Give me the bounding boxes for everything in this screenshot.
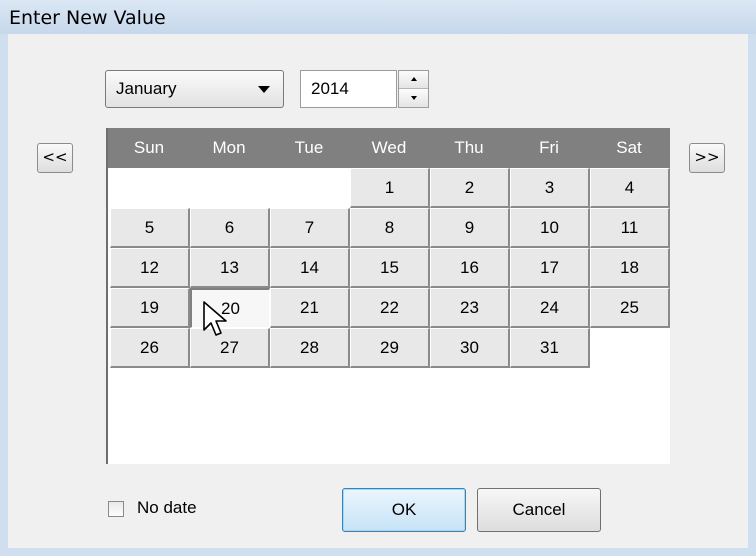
calendar-day-names: Sun Mon Tue Wed Thu Fri Sat [108,128,670,168]
no-date-label[interactable]: No date [137,498,197,518]
day-name-sun: Sun [133,138,165,157]
calendar-day-15[interactable]: 15 [350,248,430,288]
calendar-day-30[interactable]: 30 [430,328,510,368]
calendar-day-17[interactable]: 17 [510,248,590,288]
title-bar: Enter New Value [0,0,756,34]
calendar-day-5[interactable]: 5 [110,208,190,248]
calendar-day-10[interactable]: 10 [510,208,590,248]
calendar-day-16[interactable]: 16 [430,248,510,288]
calendar-day-18[interactable]: 18 [590,248,670,288]
next-month-button[interactable]: >> [689,143,725,173]
calendar-day-22[interactable]: 22 [350,288,430,328]
calendar-day-23[interactable]: 23 [430,288,510,328]
day-name-sat: Sat [616,138,642,157]
calendar-day-4[interactable]: 4 [590,168,670,208]
month-select[interactable]: January [105,70,284,108]
calendar-day-26[interactable]: 26 [110,328,190,368]
no-date-checkbox[interactable] [108,501,124,517]
window-title: Enter New Value [9,7,166,29]
calendar-day-8[interactable]: 8 [350,208,430,248]
calendar-day-19[interactable]: 19 [110,288,190,328]
calendar-day-14[interactable]: 14 [270,248,350,288]
mouse-cursor-icon [203,301,227,336]
day-name-wed: Wed [371,138,407,157]
dropdown-arrow-icon [258,86,270,93]
day-name-fri: Fri [539,138,559,157]
calendar-day-29[interactable]: 29 [350,328,430,368]
year-spinner[interactable] [398,70,429,108]
calendar-day-9[interactable]: 9 [430,208,510,248]
calendar-day-3[interactable]: 3 [510,168,590,208]
calendar-day-2[interactable]: 2 [430,168,510,208]
ok-button[interactable]: OK [342,488,466,532]
day-name-mon: Mon [212,138,246,157]
calendar-day-12[interactable]: 12 [110,248,190,288]
year-input[interactable]: 2014 [300,70,397,108]
spin-up-icon [411,77,417,81]
day-name-tue: Tue [294,138,324,157]
spin-down-icon [411,96,417,100]
month-select-value: January [116,79,177,98]
calendar-day-31[interactable]: 31 [510,328,590,368]
calendar-day-1[interactable]: 1 [350,168,430,208]
prev-month-button[interactable]: << [37,143,73,173]
calendar-day-6[interactable]: 6 [190,208,270,248]
calendar-day-25[interactable]: 25 [590,288,670,328]
calendar-day-21[interactable]: 21 [270,288,350,328]
year-spin-up-button[interactable] [399,71,428,89]
calendar-day-13[interactable]: 13 [190,248,270,288]
day-name-thu: Thu [454,138,484,157]
calendar-day-11[interactable]: 11 [590,208,670,248]
calendar-day-24[interactable]: 24 [510,288,590,328]
year-spin-down-button[interactable] [399,89,428,107]
calendar-day-7[interactable]: 7 [270,208,350,248]
calendar-day-28[interactable]: 28 [270,328,350,368]
cancel-button[interactable]: Cancel [477,488,601,532]
year-input-value: 2014 [311,79,349,98]
